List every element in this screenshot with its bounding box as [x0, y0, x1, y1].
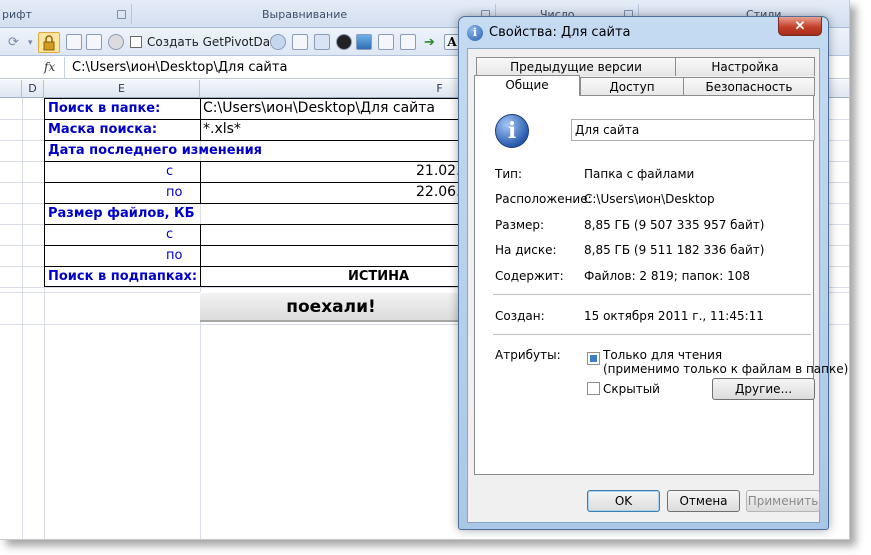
dialog-titlebar[interactable]: i Свойства: Для сайта ✕	[459, 17, 828, 47]
column-header-e[interactable]: E	[44, 80, 200, 98]
dialog-title: Свойства: Для сайта	[489, 25, 631, 40]
hidden-checkbox[interactable]	[587, 382, 600, 395]
location-label: Расположение:	[495, 192, 592, 206]
size-label: Размер файлов, КБ	[48, 206, 195, 221]
attributes-label: Атрибуты:	[495, 348, 561, 362]
form-icon[interactable]	[292, 34, 308, 50]
refresh-icon[interactable]: ⟳	[8, 34, 24, 50]
tab-sharing[interactable]: Доступ	[580, 77, 684, 96]
contains-value: Файлов: 2 819; папок: 108	[584, 269, 751, 283]
formula-input[interactable]: C:\Users\ион\Desktop\Для сайта	[72, 60, 287, 75]
type-label: Тип:	[495, 167, 523, 181]
ok-button[interactable]: OK	[587, 490, 660, 512]
arrow-right-icon[interactable]: ➔	[424, 34, 440, 50]
readonly-checkbox[interactable]	[587, 352, 600, 365]
getpivotdata-checkbox[interactable]	[130, 36, 142, 48]
getpivotdata-label: Создать GetPivotData	[147, 35, 283, 49]
ribbon-separator	[131, 4, 132, 24]
ball-icon[interactable]	[336, 34, 352, 50]
tab-general[interactable]: Общие	[474, 75, 580, 96]
created-value: 15 октября 2011 г., 11:45:11	[584, 309, 764, 323]
contains-label: Содержит:	[495, 269, 564, 283]
date-to-label: по	[166, 185, 183, 200]
size-on-disk-label: На диске:	[495, 243, 557, 257]
lock-icon[interactable]	[38, 32, 60, 53]
workbook-protect-icon[interactable]	[86, 34, 102, 50]
circle-icon[interactable]	[108, 34, 124, 50]
general-tab-panel: i Для сайта Тип: Папка с файлами Располо…	[474, 95, 848, 475]
zoom-icon[interactable]	[270, 34, 286, 50]
ribbon-group-alignment[interactable]: Выравнивание	[262, 8, 347, 21]
apply-button[interactable]: Применить	[746, 490, 820, 512]
size-to-label: по	[166, 248, 183, 263]
date-from-label: с	[166, 164, 174, 179]
created-label: Создан:	[495, 309, 545, 323]
size-from-label: с	[166, 227, 174, 242]
mask-value[interactable]: *.xls*	[203, 119, 241, 140]
size-label: Размер:	[495, 218, 545, 232]
location-value: C:\Users\ион\Desktop	[584, 192, 715, 206]
close-icon[interactable]: ✕	[778, 17, 822, 36]
hidden-label: Скрытый	[603, 382, 660, 396]
separator	[493, 294, 811, 295]
search-folder-label: Поиск в папке:	[48, 101, 161, 116]
table-icon[interactable]	[314, 34, 330, 50]
date-label: Дата последнего изменения	[48, 143, 263, 158]
tab-previous-versions[interactable]: Предыдущие версии	[476, 57, 676, 76]
tab-customize[interactable]: Настройка	[675, 57, 815, 76]
readonly-note: (применимо только к файлам в папке)	[603, 362, 849, 376]
folder-info-icon: i	[495, 114, 529, 148]
sheet-protect-icon[interactable]	[66, 34, 82, 50]
fx-icon[interactable]: fx	[44, 60, 55, 74]
readonly-label: Только для чтения	[603, 348, 723, 362]
size-on-disk-value: 8,85 ГБ (9 511 182 336 байт)	[584, 243, 765, 257]
search-folder-value[interactable]: C:\Users\ион\Desktop\Для сайта	[203, 98, 461, 119]
advanced-button[interactable]: Другие...	[712, 378, 815, 400]
info-icon: i	[467, 25, 483, 41]
font-dialog-launcher-icon[interactable]	[117, 10, 126, 19]
size-value: 8,85 ГБ (9 507 335 957 байт)	[584, 218, 765, 232]
ribbon-group-font[interactable]: рифт	[2, 8, 32, 21]
picture-icon[interactable]	[356, 34, 372, 50]
chart-icon[interactable]	[378, 34, 394, 50]
type-value: Папка с файлами	[584, 167, 695, 181]
mask-label: Маска поиска:	[48, 122, 158, 137]
column-header-d[interactable]: D	[22, 80, 44, 98]
name-input[interactable]: Для сайта	[571, 119, 815, 141]
formula-bar-separator	[64, 57, 65, 79]
subfolders-value[interactable]: ИСТИНА	[348, 266, 409, 287]
subfolders-label: Поиск в подпапках:	[48, 269, 198, 284]
cancel-button[interactable]: Отмена	[667, 490, 740, 512]
tab-security[interactable]: Безопасность	[683, 77, 815, 96]
corner-select-all[interactable]	[0, 80, 22, 98]
dialog-client: Предыдущие версии Настройка Общие Доступ…	[467, 48, 848, 523]
date-to-value[interactable]: 22.06.	[416, 182, 461, 203]
go-button[interactable]: поехали!	[200, 292, 462, 322]
properties-dialog: i Свойства: Для сайта ✕ Предыдущие верси…	[458, 16, 848, 530]
separator	[493, 334, 811, 335]
camera-icon[interactable]	[400, 34, 416, 50]
date-from-value[interactable]: 21.02.	[416, 161, 461, 182]
